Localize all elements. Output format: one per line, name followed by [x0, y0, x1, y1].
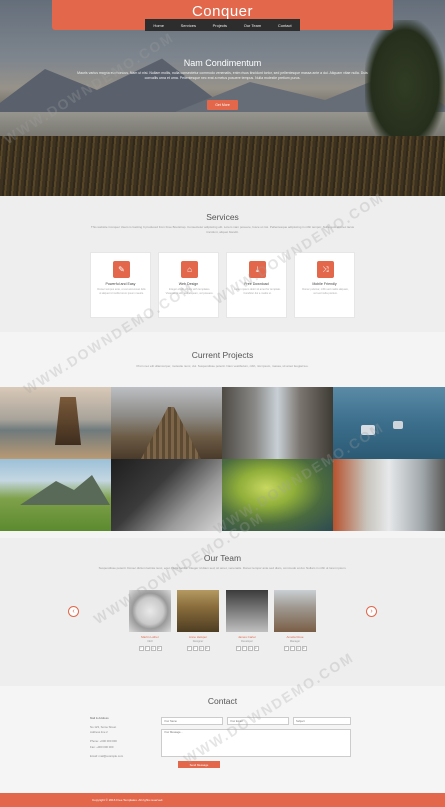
- linkedin-icon[interactable]: in: [204, 646, 210, 651]
- project-old-town[interactable]: [333, 459, 445, 531]
- chevron-left-icon[interactable]: ‹: [68, 606, 79, 617]
- footer: Copyright © 2016 Free Templates. All rig…: [0, 793, 445, 807]
- edit-icon: ✎: [113, 261, 130, 278]
- hero-title: Nam Condimentum: [183, 58, 262, 68]
- nav-projects[interactable]: Projects: [211, 23, 229, 28]
- twitter-icon[interactable]: t: [241, 646, 247, 651]
- contact-title: Contact: [207, 696, 238, 706]
- send-message-button[interactable]: Send Message: [178, 761, 220, 768]
- hero-button[interactable]: Get More: [207, 100, 238, 110]
- project-green-hills[interactable]: [0, 459, 111, 531]
- google-plus-icon[interactable]: g: [295, 646, 301, 651]
- project-building-bw[interactable]: [111, 459, 222, 531]
- facebook-icon[interactable]: f: [138, 646, 144, 651]
- nav-contact[interactable]: Contact: [276, 23, 294, 28]
- member-social: f t g in: [226, 646, 268, 651]
- contact-info-line: Email: mail@example.com: [90, 754, 124, 758]
- twitter-icon[interactable]: t: [289, 646, 295, 651]
- member-role: Developer: [241, 640, 253, 643]
- team-photo[interactable]: [177, 590, 219, 632]
- google-plus-icon[interactable]: g: [198, 646, 204, 651]
- contact-info-line: Fax: +000 000 000: [90, 745, 114, 749]
- team-photo[interactable]: [274, 590, 316, 632]
- chevron-right-icon[interactable]: ›: [366, 606, 377, 617]
- contact-info-heading: Mail & Address: [90, 716, 109, 720]
- service-card: ⤨ Mobile Friendly Donec pulvinar, nibh s…: [294, 252, 355, 318]
- linkedin-icon[interactable]: in: [253, 646, 259, 651]
- member-name[interactable]: James Carter: [226, 635, 268, 639]
- projects-subtitle: Proin nec elit ullamcorper, molestie nun…: [136, 364, 309, 368]
- linkedin-icon[interactable]: in: [156, 646, 162, 651]
- project-city-street[interactable]: [222, 387, 333, 459]
- team-title: Our Team: [203, 553, 242, 563]
- page: Conquer Home Services Projects Our Team …: [0, 0, 445, 807]
- member-role: Designer: [192, 640, 204, 643]
- member-role: Manager: [289, 640, 301, 643]
- service-desc: Donec tempus ante, ut est accumsan felis…: [97, 288, 146, 295]
- subject-input[interactable]: [293, 717, 351, 725]
- twitter-icon[interactable]: t: [192, 646, 198, 651]
- facebook-icon[interactable]: f: [283, 646, 289, 651]
- home-icon: ⌂: [181, 261, 198, 278]
- service-title: Mobile Friendly: [312, 282, 337, 286]
- shuffle-icon: ⤨: [317, 261, 334, 278]
- google-plus-icon[interactable]: g: [150, 646, 156, 651]
- nav-team[interactable]: Our Team: [242, 23, 264, 28]
- facebook-icon[interactable]: f: [186, 646, 192, 651]
- services-title: Services: [206, 212, 239, 222]
- member-name[interactable]: Amelia Rose: [274, 635, 316, 639]
- service-desc: Donec pulvinar, nibh sed mattis aliquam,…: [302, 288, 349, 295]
- contact-info-line: Phone: +000 000 000: [90, 739, 117, 743]
- member-social: f t g in: [129, 646, 171, 651]
- contact-info-line: Address line 2: [90, 730, 108, 734]
- name-input[interactable]: [161, 717, 223, 725]
- twitter-icon[interactable]: t: [144, 646, 150, 651]
- member-name[interactable]: Anne Helsper: [177, 635, 219, 639]
- nav-home[interactable]: Home: [151, 23, 166, 28]
- team-subtitle: Suspendisse potenti. Donec dictum lacini…: [98, 566, 347, 570]
- service-title: Powerful and Easy: [105, 282, 136, 286]
- brand-logo[interactable]: Conquer: [0, 3, 445, 20]
- project-lifeguard-tower[interactable]: [0, 387, 111, 459]
- contact-info-line: No 123, Some Street: [90, 725, 117, 729]
- google-plus-icon[interactable]: g: [247, 646, 253, 651]
- project-pier[interactable]: [111, 387, 222, 459]
- linkedin-icon[interactable]: in: [301, 646, 307, 651]
- nav-services[interactable]: Services: [179, 23, 198, 28]
- team-photo[interactable]: [226, 590, 268, 632]
- member-social: f t g in: [274, 646, 316, 651]
- facebook-icon[interactable]: f: [235, 646, 241, 651]
- member-role: CEO: [147, 640, 153, 643]
- member-social: f t g in: [177, 646, 219, 651]
- member-name[interactable]: Martin Luther: [129, 635, 171, 639]
